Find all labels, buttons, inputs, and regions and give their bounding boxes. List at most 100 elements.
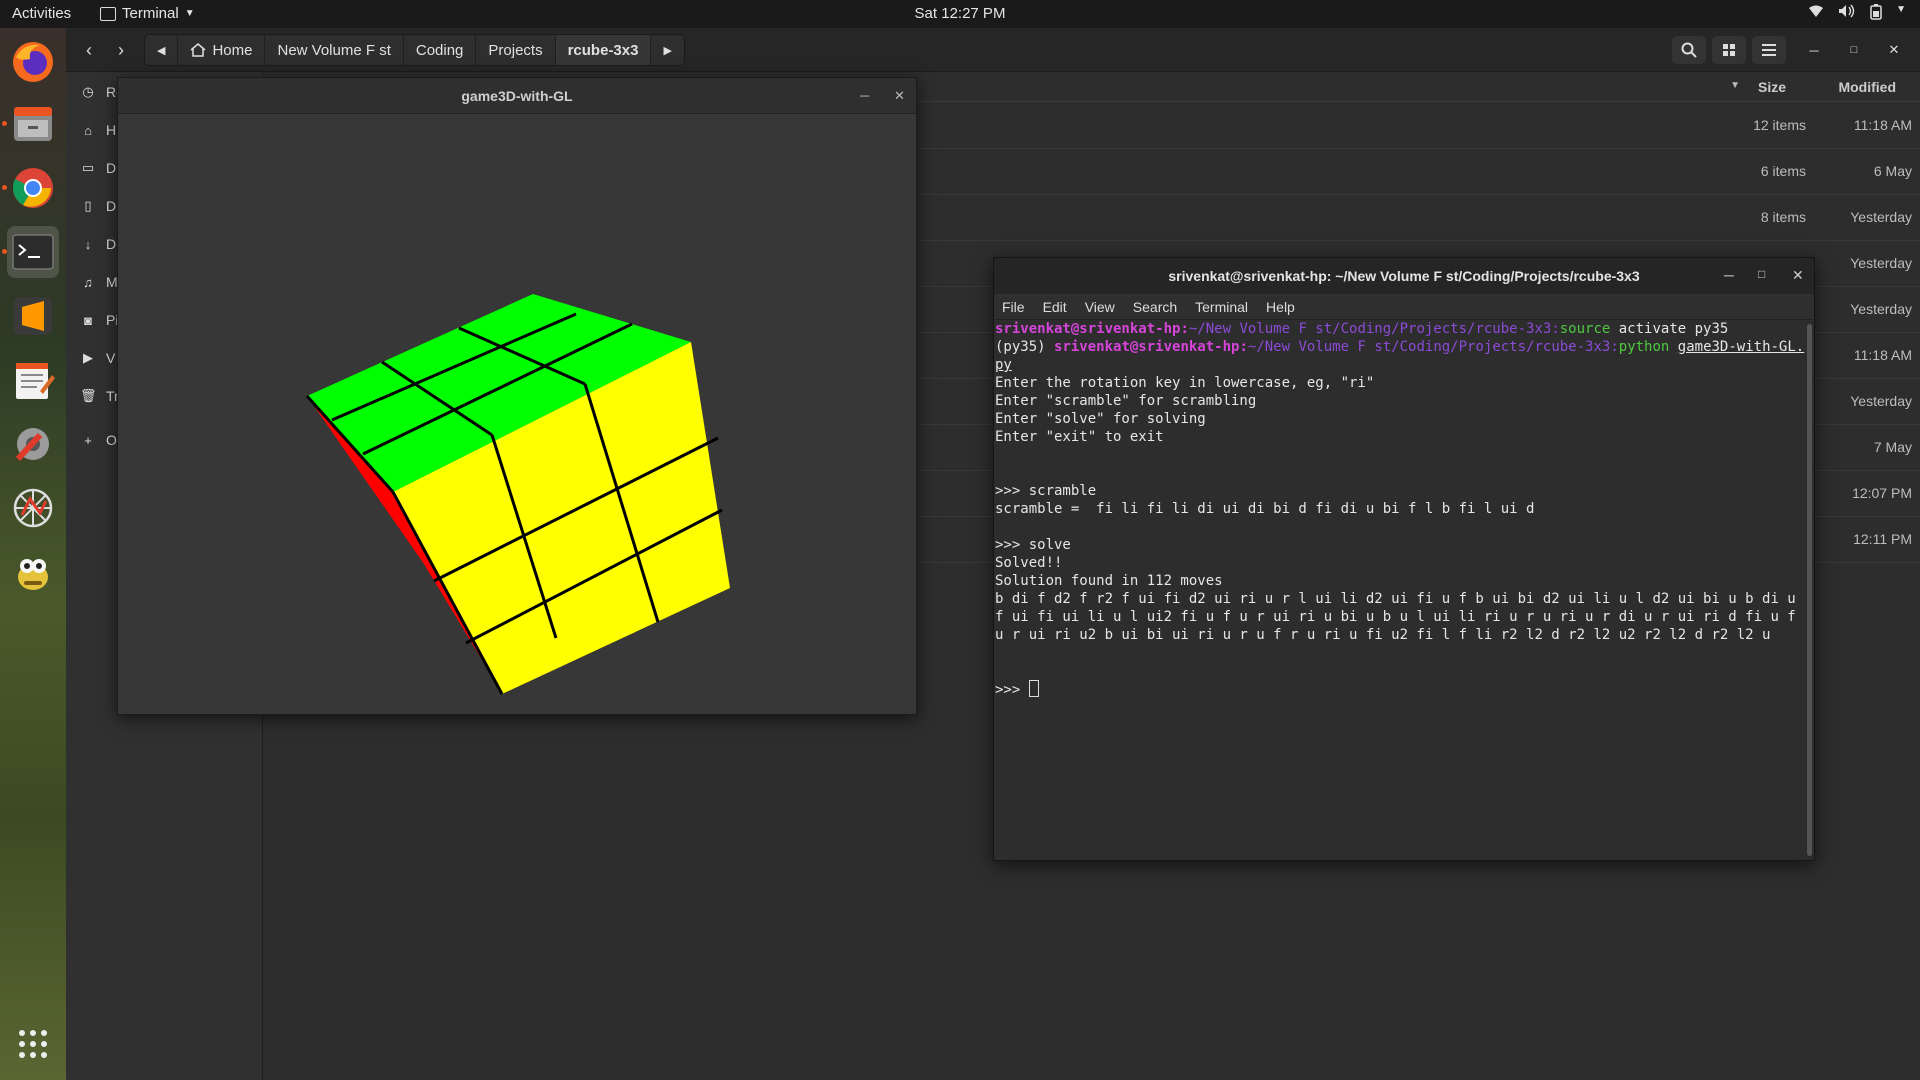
dock-sublime-text[interactable] [7,290,59,342]
repl-prompt: >>> [995,682,1029,698]
file-row[interactable]: 12 items 11:18 AM [916,103,1920,149]
file-modified: 12:11 PM [1853,531,1912,547]
breadcrumb-new-volume[interactable]: New Volume F st [265,35,404,65]
sort-chevron-icon[interactable]: ▼ [1730,80,1740,91]
clock-icon: ◷ [82,84,94,99]
plus-icon: + [84,432,92,448]
menu-edit[interactable]: Edit [1043,299,1067,315]
chevron-right-icon: › [118,39,124,60]
minimize-button[interactable]: ─ [1724,267,1734,283]
camera-icon: ◙ [84,312,92,328]
output-line: Enter the rotation key in lowercase, eg,… [995,375,1375,391]
maximize-button[interactable]: □ [1758,267,1765,281]
solution-moves: b di f d2 f r2 f ui fi d2 ui ri u r l ui… [995,591,1805,643]
home-icon: ⌂ [84,122,92,138]
chevron-left-icon: ‹ [86,39,92,60]
sidebar-item-pictures[interactable]: ◙ Pi [80,308,118,332]
hamburger-icon [1762,44,1776,56]
terminal-output[interactable]: srivenkat@srivenkat-hp:~/New Volume F st… [994,320,1806,860]
command-args: activate py35 [1610,321,1729,337]
rubiks-cube-canvas[interactable] [118,114,916,714]
menu-search[interactable]: Search [1133,299,1177,315]
search-icon [1681,42,1697,58]
sidebar-item-other-locations[interactable]: + O [80,428,117,452]
breadcrumb-projects[interactable]: Projects [476,35,556,65]
close-button[interactable]: ✕ [894,88,905,104]
video-icon: ▶ [83,350,93,365]
prompt-user: srivenkat@srivenkat-hp [995,321,1181,337]
minimize-button[interactable]: ─ [1799,36,1829,64]
breadcrumb-scroll-left[interactable]: ◀ [145,35,179,65]
forward-button[interactable]: › [106,36,136,64]
sidebar-item-label: M [106,274,118,290]
battery-icon [1870,4,1882,23]
breadcrumb-home[interactable]: Home [178,35,266,65]
file-row[interactable]: 6 items 6 May [916,149,1920,195]
chevron-down-icon: ▼ [184,8,195,19]
sidebar-item-trash[interactable]: 🗑 Tr [80,384,119,408]
file-row[interactable]: 8 items Yesterday [916,195,1920,241]
game-app-icon [18,559,48,590]
clock[interactable]: Sat 12:27 PM [915,5,1006,22]
home-icon [190,43,206,57]
close-button[interactable]: ✕ [1879,36,1909,64]
sidebar-item-label: O [106,432,117,448]
menu-terminal[interactable]: Terminal [1195,299,1248,315]
close-icon: ✕ [894,88,905,103]
sidebar-item-documents[interactable]: ▯ D [80,194,116,218]
running-indicator [2,121,7,126]
back-button[interactable]: ‹ [74,36,104,64]
output-line: scramble = fi li fi li di ui di bi d fi … [995,501,1535,517]
dock-text-editor[interactable] [7,354,59,406]
sidebar-item-home[interactable]: ⌂ H [80,118,116,142]
column-header-modified[interactable]: Modified [1838,79,1896,95]
dock-files[interactable] [7,98,59,150]
system-tray[interactable]: ▼ [1808,4,1906,23]
sidebar-item-desktop[interactable]: ▭ D [80,156,116,180]
breadcrumb-rcube[interactable]: rcube-3x3 [555,35,652,65]
maximize-button[interactable]: □ [1839,36,1869,64]
close-button[interactable]: ✕ [1792,267,1804,284]
file-modified: Yesterday [1850,209,1912,225]
dock-show-apps[interactable] [7,1018,59,1070]
command-name: python [1618,339,1670,355]
output-line: >>> solve [995,537,1071,553]
chrome-icon [13,168,53,208]
menu-view[interactable]: View [1085,299,1115,315]
caret-right-icon: ▶ [663,44,672,57]
terminal-icon [12,234,54,270]
activities-button[interactable]: Activities [12,5,71,22]
view-toggle-button[interactable] [1712,36,1746,64]
dock-chrome[interactable] [7,162,59,214]
breadcrumb-scroll-right[interactable]: ▶ [651,35,683,65]
hamburger-menu-button[interactable] [1752,36,1786,64]
dock-network-tool[interactable] [7,482,59,534]
sidebar-item-label: D [106,160,117,176]
menu-help[interactable]: Help [1266,299,1295,315]
dock-firefox[interactable] [7,36,59,88]
file-list-header: ▼ Size Modified [916,72,1920,102]
file-modified: 12:07 PM [1852,485,1912,501]
dock-settings-tools[interactable] [7,418,59,470]
search-button[interactable] [1672,36,1706,64]
file-size: 6 items [1760,163,1806,179]
prompt-user: srivenkat@srivenkat-hp [1054,339,1240,355]
grid-view-icon [1723,44,1735,56]
sidebar-item-videos[interactable]: ▶ V [80,346,115,370]
menu-file[interactable]: File [1002,299,1025,315]
output-line: Enter "scramble" for scrambling [995,393,1257,409]
breadcrumb-coding[interactable]: Coding [404,35,477,65]
dock-game-app[interactable] [7,546,59,598]
dock-terminal[interactable] [7,226,59,278]
breadcrumb-label: Projects [488,41,543,59]
minimize-button[interactable]: ─ [860,88,869,103]
file-modified: Yesterday [1850,393,1912,409]
app-menu[interactable]: Terminal ▼ [100,5,195,22]
opengl-window: game3D-with-GL ─ ✕ [117,77,917,715]
file-modified: 11:18 AM [1853,347,1912,363]
terminal-scrollbar[interactable] [1807,324,1812,856]
sidebar-item-music[interactable]: ♫ M [80,270,118,294]
download-icon: ↓ [84,236,92,252]
sidebar-item-downloads[interactable]: ↓ D [80,232,116,256]
column-header-size[interactable]: Size [1758,79,1786,95]
